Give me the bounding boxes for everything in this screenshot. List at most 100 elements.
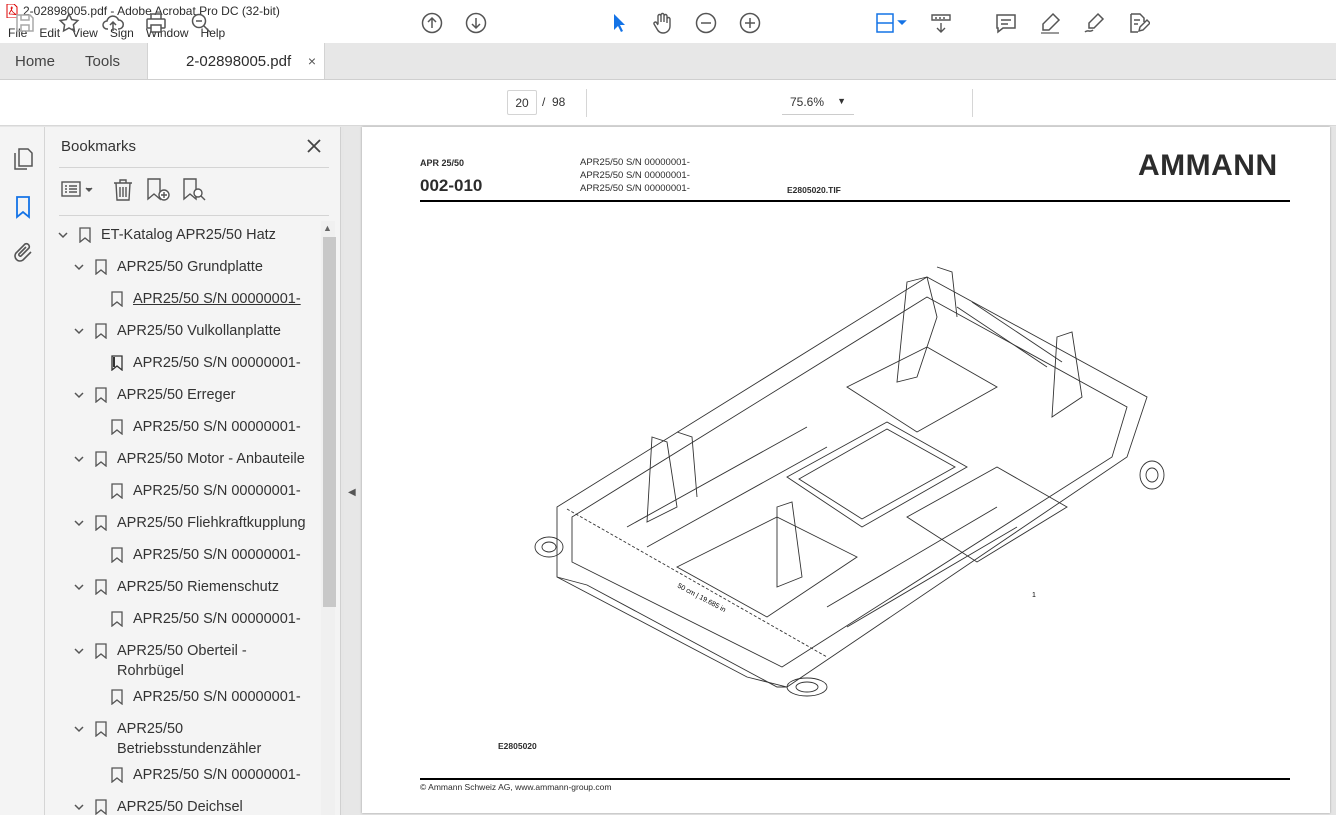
bookmark-icon — [95, 323, 107, 339]
toolbar-divider — [586, 89, 587, 117]
select-cursor-icon[interactable] — [605, 11, 631, 35]
previous-page-icon[interactable] — [419, 11, 445, 35]
save-icon[interactable] — [12, 11, 38, 35]
chevron-down-icon[interactable] — [73, 389, 85, 401]
bookmarks-title: Bookmarks — [61, 138, 137, 155]
bookmarks-icon[interactable] — [11, 195, 35, 219]
drawing-code: E2805020 — [498, 741, 537, 751]
bookmark-item[interactable]: APR25/50 Oberteil - Rohrbügel — [73, 641, 317, 681]
bookmark-item-selected[interactable]: APR25/50 S/N 00000001- — [109, 289, 317, 309]
tab-home[interactable]: Home — [0, 43, 70, 79]
scroll-mode-icon[interactable] — [928, 11, 954, 35]
bookmark-item[interactable]: APR25/50 Deichsel — [73, 797, 317, 815]
search-zoom-icon[interactable] — [188, 11, 214, 35]
tab-tools[interactable]: Tools — [70, 43, 135, 79]
bookmark-item[interactable]: APR25/50 Fliehkraftkupplung — [73, 513, 317, 533]
tab-close-icon[interactable]: × — [308, 53, 316, 69]
bookmark-item[interactable]: APR25/50 S/N 00000001- — [109, 353, 317, 373]
bookmark-item[interactable]: APR25/50 Motor - Anbauteile — [73, 449, 317, 469]
zoom-out-icon[interactable] — [693, 11, 719, 35]
close-icon[interactable] — [305, 137, 323, 155]
toolbar-divider — [972, 89, 973, 117]
page-separator: / — [542, 95, 546, 109]
next-page-icon[interactable] — [463, 11, 489, 35]
chevron-down-icon[interactable] — [73, 261, 85, 273]
tab-bar: Home Tools 2-02898005.pdf × — [0, 43, 1336, 80]
chevron-down-icon[interactable] — [73, 723, 85, 735]
bookmark-icon — [111, 611, 123, 627]
bookmark-item[interactable]: APR25/50 S/N 00000001- — [109, 481, 317, 501]
page-thumbnails-icon[interactable] — [11, 147, 35, 171]
bookmark-item[interactable]: APR25/50 S/N 00000001- — [109, 765, 317, 785]
print-icon[interactable] — [143, 11, 169, 35]
chevron-down-icon[interactable] — [73, 801, 85, 813]
page-copyright: © Ammann Schweiz AG, www.ammann-group.co… — [420, 782, 612, 792]
bookmark-item[interactable]: APR25/50 Erreger — [73, 385, 317, 405]
bookmark-label: APR25/50 Motor - Anbauteile — [117, 451, 305, 467]
bookmark-item[interactable]: APR25/50 S/N 00000001- — [109, 687, 317, 707]
bookmark-icon — [95, 451, 107, 467]
bookmark-label: APR25/50 S/N 00000001- — [133, 547, 301, 563]
header-rule — [420, 200, 1290, 202]
base-plate-drawing: 50 cm | 19.685 in 1 — [534, 266, 1165, 697]
bookmark-item[interactable]: APR25/50 Grundplatte — [73, 257, 317, 277]
bookmark-icon — [111, 767, 123, 783]
chevron-down-icon[interactable] — [73, 645, 85, 657]
hand-tool-icon[interactable] — [649, 11, 675, 35]
bookmark-item[interactable]: APR25/50 S/N 00000001- — [109, 417, 317, 437]
zoom-in-icon[interactable] — [737, 11, 763, 35]
bookmark-item[interactable]: APR25/50 S/N 00000001- — [109, 545, 317, 565]
chevron-down-icon[interactable] — [73, 517, 85, 529]
star-icon[interactable] — [56, 11, 82, 35]
bookmark-label: APR25/50 Erreger — [117, 387, 236, 403]
fill-sign-icon[interactable] — [1125, 11, 1151, 35]
bookmark-icon — [95, 515, 107, 531]
bookmarks-scrollbar[interactable]: ▲ — [321, 221, 336, 815]
tab-document-label: 2-02898005.pdf — [186, 52, 292, 70]
chevron-down-icon[interactable] — [73, 581, 85, 593]
highlight-pen-icon[interactable] — [1037, 11, 1063, 35]
page-serial-line: APR25/50 S/N 00000001- — [580, 170, 690, 181]
footer-rule — [420, 778, 1290, 780]
page-part-number: 002-010 — [420, 176, 483, 195]
bookmark-search-icon[interactable] — [181, 177, 207, 203]
pdf-page: APR 25/50 002-010 APR25/50 S/N 00000001-… — [362, 127, 1330, 813]
bookmark-icon — [95, 643, 107, 659]
bookmark-label: APR25/50 Oberteil - — [117, 643, 247, 659]
scroll-up-icon[interactable]: ▲ — [323, 223, 332, 233]
bookmark-label: APR25/50 S/N 00000001- — [133, 419, 301, 435]
upload-cloud-icon[interactable] — [100, 11, 126, 35]
bookmark-item[interactable]: APR25/50 Riemenschutz — [73, 577, 317, 597]
chevron-down-icon[interactable] — [57, 229, 69, 241]
chevron-down-icon[interactable] — [73, 453, 85, 465]
delete-trash-icon[interactable] — [111, 177, 135, 203]
page-model: APR 25/50 — [420, 158, 465, 168]
new-bookmark-icon[interactable] — [145, 177, 171, 203]
bookmark-label: APR25/50 Riemenschutz — [117, 579, 279, 595]
draw-sign-icon[interactable] — [1081, 11, 1107, 35]
bookmark-label: APR25/50 Grundplatte — [117, 259, 263, 275]
bookmark-label: APR25/50 S/N 00000001- — [133, 767, 301, 783]
bookmark-item[interactable]: ET-Katalog APR25/50 Hatz — [57, 225, 317, 245]
scrollbar-thumb[interactable] — [323, 237, 336, 607]
bookmark-item[interactable]: APR25/50 Betriebsstundenzähler — [73, 719, 317, 759]
bookmark-icon — [95, 259, 107, 275]
page-fit-icon[interactable] — [873, 11, 909, 35]
bookmark-options-icon[interactable] — [61, 177, 95, 203]
bookmark-item[interactable]: APR25/50 Vulkollanplatte — [73, 321, 317, 341]
collapse-arrow-icon[interactable]: ◀ — [348, 487, 356, 498]
bookmark-icon — [111, 689, 123, 705]
chevron-down-icon: ▼ — [837, 96, 846, 106]
zoom-select[interactable]: 75.6% ▼ — [782, 90, 854, 115]
panel-collapse-handle[interactable]: ◀ — [344, 127, 360, 815]
tab-document[interactable]: 2-02898005.pdf × — [147, 43, 326, 79]
bookmark-label: APR25/50 — [117, 721, 184, 737]
comment-icon[interactable] — [993, 11, 1019, 35]
bookmark-item[interactable]: APR25/50 S/N 00000001- — [109, 609, 317, 629]
attachment-icon[interactable] — [11, 241, 35, 265]
bookmark-label: APR25/50 Vulkollanplatte — [117, 323, 281, 339]
page-number-input[interactable]: 20 — [507, 90, 537, 115]
bookmark-icon — [111, 419, 123, 435]
chevron-down-icon[interactable] — [73, 325, 85, 337]
document-viewport[interactable]: APR 25/50 002-010 APR25/50 S/N 00000001-… — [360, 127, 1336, 815]
